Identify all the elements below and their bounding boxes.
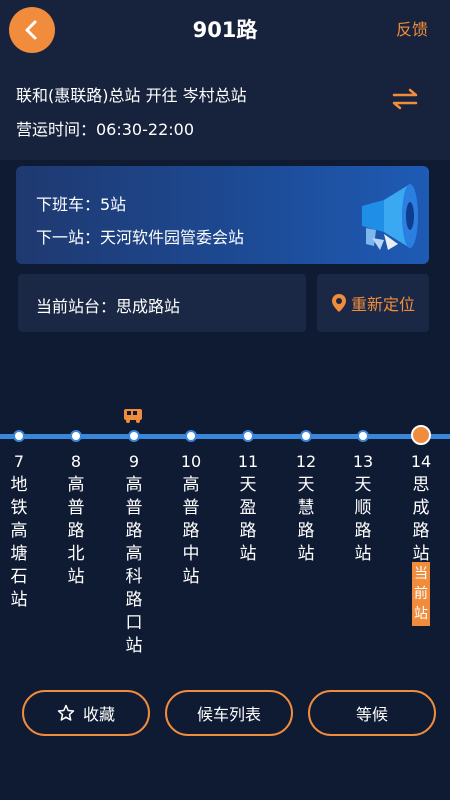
stop-number: 10 [180,452,202,471]
current-stop-tag: 当前站 [412,562,430,626]
route-direction: 联和(惠联路)总站 开往 岑村总站 [16,86,247,105]
stop-dot[interactable] [300,430,312,442]
current-stop-dot[interactable] [411,425,431,445]
current-station-box: 当前站台：思成路站 [18,274,306,332]
stop-number: 7 [13,452,25,471]
bus-icon [124,409,142,423]
stop-dot[interactable] [13,430,25,442]
stop-name[interactable]: 天盈路站 [238,474,258,566]
operating-hours: 营运时间：06:30-22:00 [16,120,194,139]
stop-name[interactable]: 思成路站 [411,474,431,566]
stop-name[interactable]: 高普路中站 [181,474,201,589]
route-map: 7 8 9 10 11 12 13 14 地铁高塘石站 高普路北站 高普路高科路… [0,400,450,660]
schedule-list-button[interactable]: 候车列表 [165,690,293,736]
stop-dot[interactable] [128,430,140,442]
next-bus-card: 下班车：5站 下一站：天河软件园管委会站 [16,166,429,264]
stop-number: 11 [237,452,259,471]
location-pin-icon [331,294,346,312]
stop-dot[interactable] [242,430,254,442]
relocate-label: 重新定位 [350,295,415,314]
schedule-list-label: 候车列表 [196,705,261,724]
wait-label: 等候 [355,705,388,724]
wait-button[interactable]: 等候 [308,690,436,736]
stop-number: 14 [410,452,432,471]
stop-name[interactable]: 高普路高科路口站 [124,474,144,658]
stop-number: 12 [295,452,317,471]
stop-name[interactable]: 高普路北站 [66,474,86,589]
stop-dot[interactable] [357,430,369,442]
page-title: 901路 [192,18,258,42]
stop-number: 9 [128,452,140,471]
relocate-button[interactable]: 重新定位 [317,274,429,332]
stop-number: 13 [352,452,374,471]
swap-direction-button[interactable] [390,88,420,110]
stop-number: 8 [70,452,82,471]
megaphone-icon [362,184,418,250]
stop-name[interactable]: 地铁高塘石站 [9,474,29,612]
next-stop-name: 下一站：天河软件园管委会站 [36,228,245,247]
swap-arrows-icon [392,88,418,110]
stop-name[interactable]: 天慧路站 [296,474,316,566]
favorite-button[interactable]: 收藏 [22,690,150,736]
favorite-label: 收藏 [82,705,115,724]
feedback-button[interactable]: 反馈 [396,16,428,40]
current-station-label: 当前站台：思成路站 [36,297,181,316]
stop-dot[interactable] [70,430,82,442]
star-icon [57,704,75,721]
route-track [0,434,450,439]
header-panel: 901路 反馈 联和(惠联路)总站 开往 岑村总站 营运时间：06:30-22:… [0,0,450,160]
stop-dot[interactable] [185,430,197,442]
stop-name[interactable]: 天顺路站 [353,474,373,566]
next-bus-stops: 下班车：5站 [36,195,127,214]
